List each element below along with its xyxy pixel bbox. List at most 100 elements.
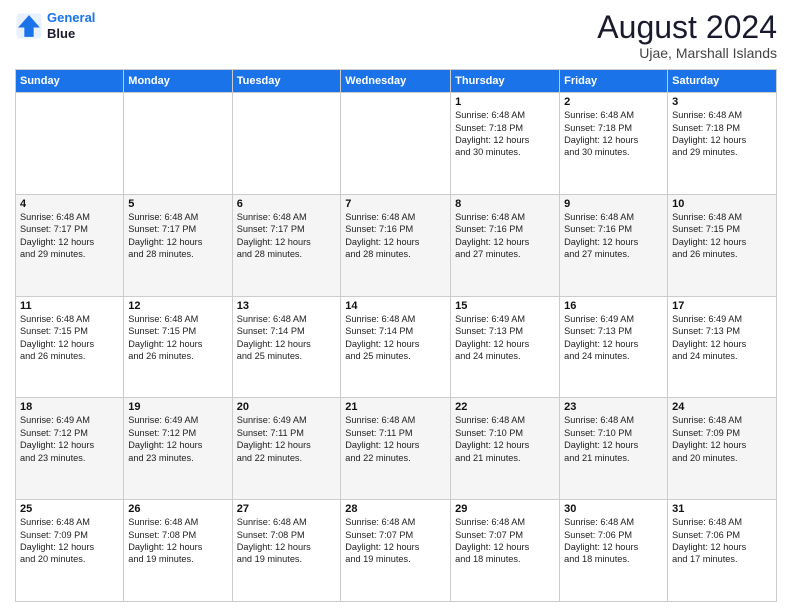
calendar-cell: 1Sunrise: 6:48 AMSunset: 7:18 PMDaylight… — [451, 93, 560, 195]
week-row-4: 25Sunrise: 6:48 AMSunset: 7:09 PMDayligh… — [16, 500, 777, 602]
calendar-cell: 14Sunrise: 6:48 AMSunset: 7:14 PMDayligh… — [341, 296, 451, 398]
logo-text: General Blue — [47, 10, 95, 41]
calendar-cell: 23Sunrise: 6:48 AMSunset: 7:10 PMDayligh… — [560, 398, 668, 500]
day-number: 7 — [345, 198, 446, 210]
day-info: Sunrise: 6:48 AMSunset: 7:15 PMDaylight:… — [672, 211, 772, 261]
day-number: 10 — [672, 198, 772, 210]
calendar-cell: 4Sunrise: 6:48 AMSunset: 7:17 PMDaylight… — [16, 194, 124, 296]
week-row-2: 11 Sunrise: 6:48 AMSunset: 7:15 PMDayligh… — [16, 296, 777, 398]
day-info: Sunrise: 6:48 AMSunset: 7:08 PMDaylight:… — [128, 516, 227, 566]
day-number: 30 — [564, 503, 663, 515]
calendar-cell: 17Sunrise: 6:49 AMSunset: 7:13 PMDayligh… — [668, 296, 777, 398]
calendar-cell: 12Sunrise: 6:48 AMSunset: 7:15 PMDayligh… — [124, 296, 232, 398]
day-info: Sunrise: 6:48 AMSunset: 7:09 PMDaylight:… — [672, 414, 772, 464]
day-info: Sunrise: 6:49 AMSunset: 7:12 PMDaylight:… — [20, 414, 119, 464]
day-number: 9 — [564, 198, 663, 210]
day-header-saturday: Saturday — [668, 70, 777, 93]
calendar-cell — [16, 93, 124, 195]
calendar-cell: 31Sunrise: 6:48 AMSunset: 7:06 PMDayligh… — [668, 500, 777, 602]
day-info: Sunrise: 6:48 AMSunset: 7:10 PMDaylight:… — [564, 414, 663, 464]
calendar-cell: 3Sunrise: 6:48 AMSunset: 7:18 PMDaylight… — [668, 93, 777, 195]
day-info: Sunrise: 6:48 AMSunset: 7:11 PMDaylight:… — [345, 414, 446, 464]
page: General Blue August 2024 Ujae, Marshall … — [0, 0, 792, 612]
calendar-cell — [124, 93, 232, 195]
calendar-cell: 28Sunrise: 6:48 AMSunset: 7:07 PMDayligh… — [341, 500, 451, 602]
day-header-sunday: Sunday — [16, 70, 124, 93]
day-info: Sunrise: 6:48 AMSunset: 7:16 PMDaylight:… — [564, 211, 663, 261]
day-number: 28 — [345, 503, 446, 515]
calendar-cell: 20Sunrise: 6:49 AMSunset: 7:11 PMDayligh… — [232, 398, 341, 500]
day-header-monday: Monday — [124, 70, 232, 93]
day-info: Sunrise: 6:48 AMSunset: 7:17 PMDaylight:… — [237, 211, 337, 261]
week-row-3: 18Sunrise: 6:49 AMSunset: 7:12 PMDayligh… — [16, 398, 777, 500]
logo-line2: Blue — [47, 26, 95, 42]
day-number: 22 — [455, 401, 555, 413]
title-block: August 2024 Ujae, Marshall Islands — [597, 10, 777, 61]
day-number: 11 — [20, 300, 119, 312]
calendar-cell: 13Sunrise: 6:48 AMSunset: 7:14 PMDayligh… — [232, 296, 341, 398]
calendar-table: SundayMondayTuesdayWednesdayThursdayFrid… — [15, 69, 777, 602]
day-info: Sunrise: 6:48 AMSunset: 7:16 PMDaylight:… — [455, 211, 555, 261]
day-number: 26 — [128, 503, 227, 515]
day-number: 2 — [564, 96, 663, 108]
day-header-friday: Friday — [560, 70, 668, 93]
calendar-cell: 6Sunrise: 6:48 AMSunset: 7:17 PMDaylight… — [232, 194, 341, 296]
day-number: 14 — [345, 300, 446, 312]
day-info: Sunrise: 6:49 AMSunset: 7:13 PMDaylight:… — [455, 313, 555, 363]
day-number: 27 — [237, 503, 337, 515]
day-header-wednesday: Wednesday — [341, 70, 451, 93]
day-info: Sunrise: 6:48 AMSunset: 7:14 PMDaylight:… — [345, 313, 446, 363]
day-info: Sunrise: 6:49 AMSunset: 7:11 PMDaylight:… — [237, 414, 337, 464]
day-number: 29 — [455, 503, 555, 515]
calendar-cell: 21Sunrise: 6:48 AMSunset: 7:11 PMDayligh… — [341, 398, 451, 500]
day-number: 15 — [455, 300, 555, 312]
day-info: Sunrise: 6:48 AMSunset: 7:09 PMDaylight:… — [20, 516, 119, 566]
day-number: 5 — [128, 198, 227, 210]
logo-line1: General — [47, 10, 95, 25]
day-number: 20 — [237, 401, 337, 413]
day-number: 12 — [128, 300, 227, 312]
day-info: Sunrise: 6:49 AMSunset: 7:12 PMDaylight:… — [128, 414, 227, 464]
calendar-header-row: SundayMondayTuesdayWednesdayThursdayFrid… — [16, 70, 777, 93]
day-number: 18 — [20, 401, 119, 413]
day-number: 8 — [455, 198, 555, 210]
calendar-cell: 27Sunrise: 6:48 AMSunset: 7:08 PMDayligh… — [232, 500, 341, 602]
day-info: Sunrise: 6:48 AMSunset: 7:17 PMDaylight:… — [128, 211, 227, 261]
day-number: 31 — [672, 503, 772, 515]
day-number: 23 — [564, 401, 663, 413]
calendar-cell: 30Sunrise: 6:48 AMSunset: 7:06 PMDayligh… — [560, 500, 668, 602]
calendar-cell: 29Sunrise: 6:48 AMSunset: 7:07 PMDayligh… — [451, 500, 560, 602]
day-header-thursday: Thursday — [451, 70, 560, 93]
day-number: 4 — [20, 198, 119, 210]
calendar-cell: 18Sunrise: 6:49 AMSunset: 7:12 PMDayligh… — [16, 398, 124, 500]
day-number: 21 — [345, 401, 446, 413]
day-number: 24 — [672, 401, 772, 413]
calendar-cell: 25Sunrise: 6:48 AMSunset: 7:09 PMDayligh… — [16, 500, 124, 602]
calendar-cell: 11Sunrise: 6:48 AMSunset: 7:15 PMDayligh… — [16, 296, 124, 398]
day-info: Sunrise: 6:48 AMSunset: 7:06 PMDaylight:… — [672, 516, 772, 566]
day-info: Sunrise: 6:48 AMSunset: 7:18 PMDaylight:… — [564, 109, 663, 159]
calendar-cell: 10Sunrise: 6:48 AMSunset: 7:15 PMDayligh… — [668, 194, 777, 296]
main-title: August 2024 — [597, 10, 777, 45]
calendar-cell: 19Sunrise: 6:49 AMSunset: 7:12 PMDayligh… — [124, 398, 232, 500]
day-info: Sunrise: 6:48 AMSunset: 7:08 PMDaylight:… — [237, 516, 337, 566]
day-info: Sunrise: 6:49 AMSunset: 7:13 PMDaylight:… — [672, 313, 772, 363]
calendar-cell: 22Sunrise: 6:48 AMSunset: 7:10 PMDayligh… — [451, 398, 560, 500]
day-number: 13 — [237, 300, 337, 312]
calendar-cell: 16Sunrise: 6:49 AMSunset: 7:13 PMDayligh… — [560, 296, 668, 398]
calendar-cell — [341, 93, 451, 195]
day-info: Sunrise: 6:48 AMSunset: 7:16 PMDaylight:… — [345, 211, 446, 261]
sub-title: Ujae, Marshall Islands — [597, 45, 777, 61]
header: General Blue August 2024 Ujae, Marshall … — [15, 10, 777, 61]
day-info: Sunrise: 6:48 AMSunset: 7:14 PMDaylight:… — [237, 313, 337, 363]
day-info: Sunrise: 6:48 AMSunset: 7:18 PMDaylight:… — [672, 109, 772, 159]
day-info: Sunrise: 6:48 AMSunset: 7:10 PMDaylight:… — [455, 414, 555, 464]
day-info: Sunrise: 6:48 AMSunset: 7:07 PMDaylight:… — [345, 516, 446, 566]
day-header-tuesday: Tuesday — [232, 70, 341, 93]
day-info: Sunrise: 6:48 AMSunset: 7:15 PMDaylight:… — [128, 313, 227, 363]
calendar-cell: 9Sunrise: 6:48 AMSunset: 7:16 PMDaylight… — [560, 194, 668, 296]
day-number: 19 — [128, 401, 227, 413]
week-row-0: 1 Sunrise: 6:48 AMSunset: 7:18 PMDaylight… — [16, 93, 777, 195]
day-number: 1 — [455, 96, 555, 108]
calendar-cell: 5Sunrise: 6:48 AMSunset: 7:17 PMDaylight… — [124, 194, 232, 296]
